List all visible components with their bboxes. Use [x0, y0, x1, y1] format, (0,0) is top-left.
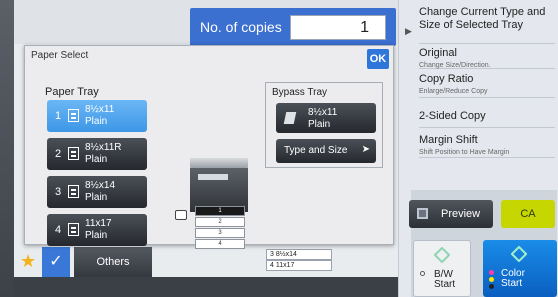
paper-select-dialog: Paper Select OK Paper Tray 1 8½x11 Plain… — [24, 45, 394, 249]
right-action-panel: ▶ Change Current Type and Size of Select… — [398, 0, 558, 297]
paper-tray-label: Paper Tray — [45, 86, 99, 98]
original-label: Original — [419, 47, 457, 59]
color-dots-icon — [489, 270, 495, 291]
ok-button[interactable]: OK — [367, 49, 389, 69]
checkmark-icon[interactable]: ✓ — [42, 247, 70, 277]
tray-number: 2 — [55, 148, 62, 160]
left-edge — [0, 0, 14, 297]
two-sided-label: 2-Sided Copy — [419, 110, 486, 122]
tray-size: 8½x14 — [85, 180, 116, 191]
two-sided-item[interactable]: 2-Sided Copy — [419, 98, 555, 128]
favorite-star-icon[interactable]: ★ — [20, 250, 42, 272]
paper-tray-icon — [68, 109, 79, 122]
start-diamond-icon — [510, 245, 528, 263]
machine-top — [190, 158, 248, 168]
margin-shift-label: Margin Shift — [419, 134, 478, 146]
bypass-size: 8½x11 — [308, 107, 338, 118]
copies-input[interactable]: 1 — [290, 15, 386, 40]
type-and-size-label: Type and Size — [284, 145, 348, 156]
machine-slot-4: 4 — [195, 239, 245, 249]
original-item[interactable]: Original Change Size/Direction. — [419, 44, 555, 69]
copies-label: No. of copies — [200, 19, 282, 35]
tray-number: 3 — [55, 186, 62, 198]
copy-ratio-item[interactable]: Copy Ratio Enlarge/Reduce Copy — [419, 69, 555, 98]
copy-ratio-label: Copy Ratio — [419, 73, 474, 85]
tray-number: 1 — [55, 110, 62, 122]
preview-label: Preview — [441, 208, 481, 220]
bypass-tray-button[interactable]: 8½x11 Plain — [276, 103, 376, 133]
bw-start-label: B/W Start — [434, 270, 455, 290]
bypass-arrow-icon — [175, 210, 187, 220]
copy-ratio-sub: Enlarge/Reduce Copy — [419, 88, 488, 95]
tray-type: Plain — [85, 192, 108, 203]
preview-button[interactable]: Preview — [409, 200, 493, 228]
tray-type: Plain — [85, 230, 108, 241]
margin-shift-sub: Shift Position to Have Margin — [419, 149, 510, 156]
tray-size: 11x17 — [85, 218, 112, 229]
tray-type: Plain — [85, 116, 108, 127]
arrow-right-icon: ➤ — [361, 144, 370, 155]
machine-slot-3: 3 — [195, 228, 245, 238]
tray-4-button[interactable]: 4 11x17 Plain — [47, 214, 147, 246]
bypass-tray-label: Bypass Tray — [272, 87, 328, 98]
bw-start-button[interactable]: B/W Start — [413, 240, 471, 297]
tray3-indicator: 3 8½x14 — [266, 249, 332, 260]
change-type-size-label: Change Current Type and Size of Selected… — [419, 6, 546, 31]
change-type-size-item[interactable]: Change Current Type and Size of Selected… — [419, 0, 555, 44]
bw-dot-icon — [420, 271, 426, 278]
tray4-indicator: 4 11x17 — [266, 260, 332, 271]
bypass-tray-box: Bypass Tray 8½x11 Plain Type and Size ➤ — [265, 82, 383, 168]
dialog-title: Paper Select — [31, 50, 89, 61]
color-start-label: Color Start — [501, 269, 525, 289]
clear-all-button[interactable]: CA — [501, 200, 555, 228]
tray-type: Plain — [85, 154, 108, 165]
color-start-line2: Start — [501, 278, 523, 289]
type-and-size-button[interactable]: Type and Size ➤ — [276, 139, 376, 163]
start-diamond-icon — [433, 246, 451, 264]
bypass-tray-icon — [283, 112, 297, 124]
preview-icon — [417, 208, 428, 219]
tray-1-button[interactable]: 1 8½x11 Plain — [47, 100, 147, 132]
paper-tray-icon — [68, 147, 79, 160]
machine-slot-2: 2 — [195, 217, 245, 227]
others-button[interactable]: Others — [74, 247, 152, 277]
expand-arrow-icon[interactable]: ▶ — [405, 26, 412, 37]
tray-number: 4 — [55, 224, 62, 236]
color-start-button[interactable]: Color Start — [483, 240, 557, 297]
bottom-strip — [14, 277, 398, 297]
tray-3-button[interactable]: 3 8½x14 Plain — [47, 176, 147, 208]
tray-size: 8½x11 — [85, 104, 115, 115]
bypass-type: Plain — [308, 119, 331, 130]
copies-box[interactable]: No. of copies 1 — [190, 8, 396, 46]
margin-shift-item[interactable]: Margin Shift Shift Position to Have Marg… — [419, 128, 555, 158]
bw-start-line2: Start — [434, 279, 456, 290]
paper-tray-icon — [68, 185, 79, 198]
machine-slot-1: 1 — [195, 206, 245, 216]
tray-2-button[interactable]: 2 8½x11R Plain — [47, 138, 147, 170]
tray-size: 8½x11R — [85, 142, 122, 153]
machine-panel — [198, 174, 228, 180]
paper-tray-icon — [68, 223, 79, 236]
